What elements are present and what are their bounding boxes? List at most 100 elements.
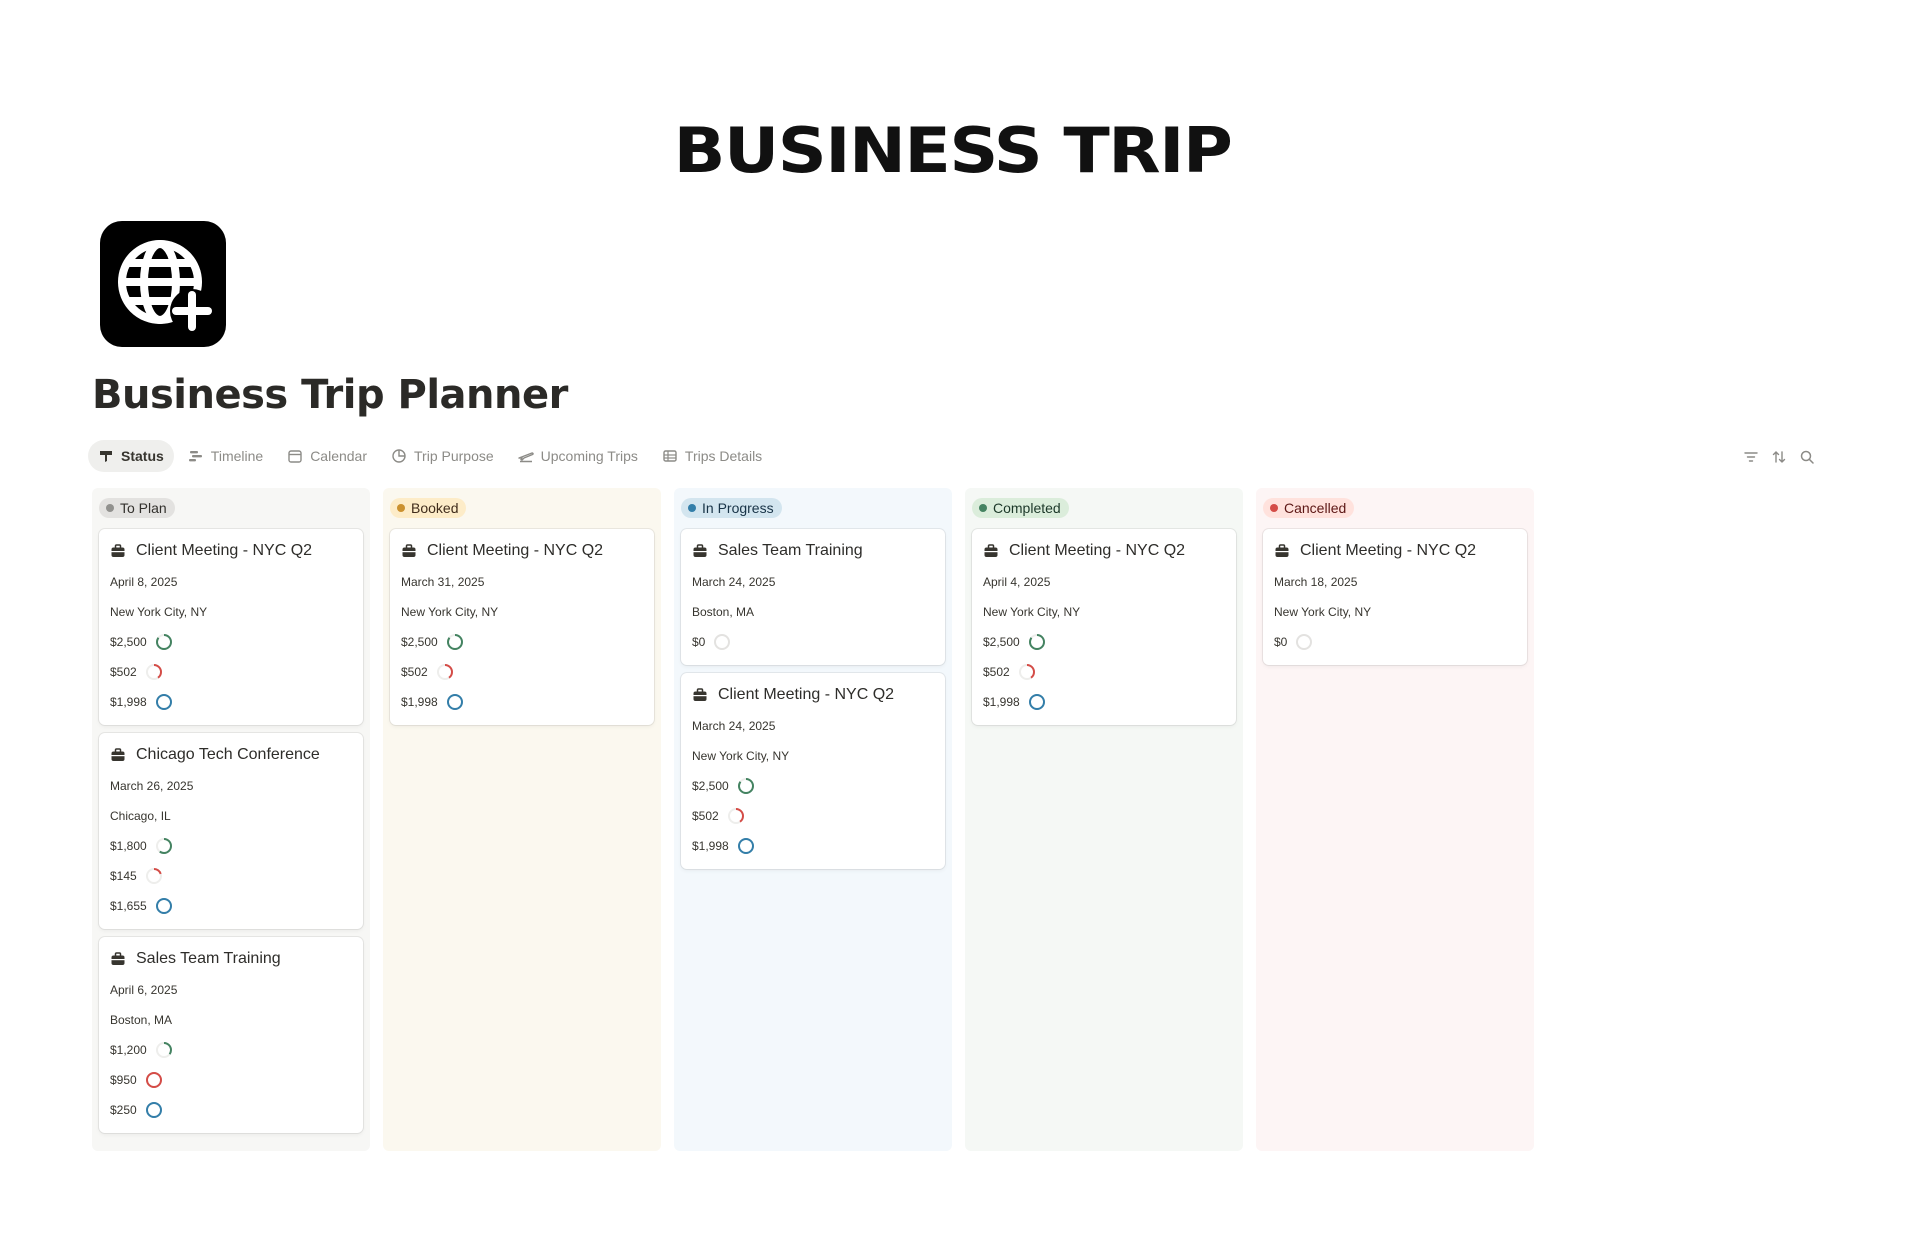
status-dot-icon	[1270, 504, 1278, 512]
budget-amount: $502	[983, 657, 1225, 687]
briefcase-icon	[1274, 543, 1300, 559]
column-header: Cancelled	[1263, 495, 1527, 521]
globe-plus-icon[interactable]	[100, 221, 226, 347]
sort-icon[interactable]	[1765, 447, 1793, 467]
tab-label: Trips Details	[684, 448, 763, 464]
amount-value: $0	[692, 635, 706, 649]
column-header: To Plan	[99, 495, 363, 521]
trip-card[interactable]: Chicago Tech Conference March 26, 2025 Chi…	[99, 733, 363, 929]
budget-amount: $1,998	[401, 687, 643, 717]
progress-ring-icon	[145, 868, 162, 884]
tab-calendar[interactable]: Calendar	[277, 440, 377, 472]
briefcase-icon	[692, 687, 718, 703]
tab-trips-details[interactable]: Trips Details	[652, 440, 772, 472]
budget-amount: $1,800	[110, 831, 352, 861]
trip-card[interactable]: Client Meeting - NYC Q2 March 24, 2025 New…	[681, 673, 945, 869]
card-title: Chicago Tech Conference	[110, 743, 352, 767]
table-icon	[662, 448, 678, 464]
amount-value: $502	[692, 809, 719, 823]
status-badge[interactable]: Booked	[390, 498, 467, 518]
budget-amount: $250	[110, 1095, 352, 1125]
progress-ring-icon	[436, 664, 453, 680]
briefcase-icon	[110, 747, 136, 763]
amount-value: $950	[110, 1073, 137, 1087]
trip-title: Chicago Tech Conference	[136, 746, 320, 763]
column-header: Completed	[972, 495, 1236, 521]
amount-value: $502	[110, 665, 137, 679]
budget-amount: $1,200	[110, 1035, 352, 1065]
amount-value: $502	[401, 665, 428, 679]
trip-title: Client Meeting - NYC Q2	[1009, 542, 1186, 559]
trip-location: Boston, MA	[110, 1013, 173, 1027]
tab-upcoming-trips[interactable]: Upcoming Trips	[508, 440, 648, 472]
search-icon[interactable]	[1793, 447, 1821, 467]
status-label: In Progress	[702, 500, 774, 516]
trip-card[interactable]: Client Meeting - NYC Q2 April 4, 2025 New …	[972, 529, 1236, 725]
status-dot-icon	[397, 504, 405, 512]
trip-date: March 24, 2025	[692, 719, 776, 733]
amount-value: $145	[110, 869, 137, 883]
trip-card[interactable]: Client Meeting - NYC Q2 March 31, 2025 New…	[390, 529, 654, 725]
briefcase-icon	[110, 951, 136, 967]
trip-title: Sales Team Training	[136, 950, 281, 967]
budget-amount: $1,655	[110, 891, 352, 921]
tab-label: Upcoming Trips	[540, 448, 638, 464]
progress-ring-icon	[1296, 634, 1313, 650]
amount-value: $2,500	[401, 635, 438, 649]
trip-card[interactable]: Client Meeting - NYC Q2 March 18, 2025 New…	[1263, 529, 1527, 665]
status-label: To Plan	[120, 500, 167, 516]
progress-ring-icon	[145, 664, 162, 680]
trip-date: April 6, 2025	[110, 983, 178, 997]
card-title: Client Meeting - NYC Q2	[983, 539, 1225, 563]
board-column: Completed Client Meeting - NYC Q2 April 4,…	[965, 488, 1243, 1151]
tab-trip-purpose[interactable]: Trip Purpose	[381, 440, 504, 472]
amount-value: $1,998	[692, 839, 729, 853]
status-badge[interactable]: To Plan	[99, 498, 175, 518]
status-badge[interactable]: In Progress	[681, 498, 782, 518]
plane-icon	[517, 448, 534, 464]
amount-value: $1,998	[110, 695, 147, 709]
filter-icon[interactable]	[1737, 447, 1765, 467]
card-title: Client Meeting - NYC Q2	[692, 683, 934, 707]
progress-ring-icon	[714, 634, 731, 650]
status-label: Booked	[411, 500, 459, 516]
amount-value: $1,655	[110, 899, 147, 913]
briefcase-icon	[692, 543, 718, 559]
amount-value: $2,500	[983, 635, 1020, 649]
trip-card[interactable]: Sales Team Training March 24, 2025 Boston,…	[681, 529, 945, 665]
budget-amount: $1,998	[110, 687, 352, 717]
progress-ring-icon	[1018, 664, 1035, 680]
tab-timeline[interactable]: Timeline	[178, 440, 273, 472]
kanban-board: To Plan Client Meeting - NYC Q2 April 8, 2…	[92, 488, 1547, 1151]
tab-label: Status	[121, 448, 164, 464]
budget-amount: $0	[692, 627, 934, 657]
budget-amount: $950	[110, 1065, 352, 1095]
trip-card[interactable]: Client Meeting - NYC Q2 April 8, 2025 New …	[99, 529, 363, 725]
progress-ring-icon	[155, 898, 172, 914]
progress-ring-icon	[1028, 634, 1045, 650]
trip-card[interactable]: Sales Team Training April 6, 2025 Boston, …	[99, 937, 363, 1133]
tab-label: Calendar	[310, 448, 368, 464]
progress-ring-icon	[155, 634, 172, 650]
board-column: Booked Client Meeting - NYC Q2 March 31, 2…	[383, 488, 661, 1151]
budget-amount: $502	[692, 801, 934, 831]
trip-location: New York City, NY	[983, 605, 1081, 619]
status-badge[interactable]: Cancelled	[1263, 498, 1355, 518]
amount-value: $1,998	[983, 695, 1020, 709]
board-icon	[98, 448, 114, 464]
amount-value: $1,998	[401, 695, 438, 709]
card-title: Client Meeting - NYC Q2	[110, 539, 352, 563]
amount-value: $0	[1274, 635, 1288, 649]
budget-amount: $145	[110, 861, 352, 891]
card-title: Sales Team Training	[692, 539, 934, 563]
briefcase-icon	[401, 543, 427, 559]
budget-amount: $0	[1274, 627, 1516, 657]
status-badge[interactable]: Completed	[972, 498, 1069, 518]
budget-amount: $2,500	[401, 627, 643, 657]
budget-amount: $2,500	[983, 627, 1225, 657]
budget-amount: $2,500	[692, 771, 934, 801]
progress-ring-icon	[1028, 694, 1045, 710]
tab-status[interactable]: Status	[88, 440, 174, 472]
card-title: Client Meeting - NYC Q2	[401, 539, 643, 563]
trip-location: New York City, NY	[110, 605, 208, 619]
